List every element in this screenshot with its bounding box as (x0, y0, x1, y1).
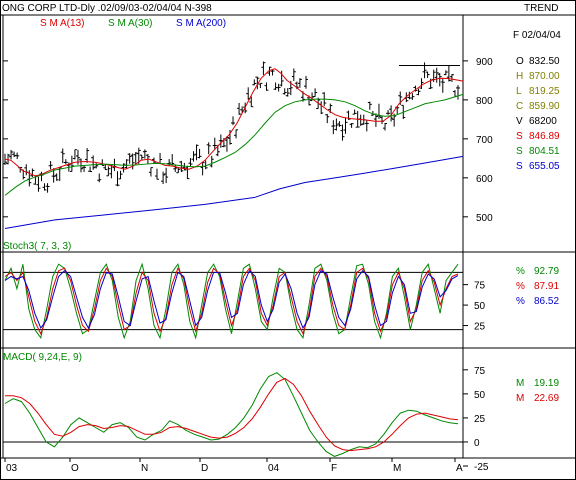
legend-sma13: S M A(13) (40, 18, 84, 29)
tick-label: 25 (474, 322, 486, 333)
date-label: O (71, 463, 79, 474)
info-key: O (516, 56, 524, 67)
price-tick-label: 600 (476, 174, 493, 185)
legend-sma30: S M A(30) (108, 18, 152, 29)
info-value: 68200 (529, 116, 557, 127)
date-label: 03 (6, 463, 18, 474)
tick-label: 75 (474, 366, 486, 377)
price-tick-label: 900 (476, 57, 493, 68)
stock-chart: ONG CORP LTD-Dly .02/09/03-02/04/04 N-39… (0, 0, 576, 480)
date-label: M (393, 463, 401, 474)
info-value: 846.89 (529, 131, 560, 142)
info-value: 870.00 (529, 71, 560, 82)
info-key: S (516, 161, 523, 172)
value-text: 87.91 (534, 281, 559, 292)
info-key: V (516, 116, 523, 127)
value-key: % (516, 266, 525, 277)
chart-title: ONG CORP LTD-Dly .02/09/03-02/04/04 N-39… (2, 3, 212, 14)
value-text: 22.69 (534, 393, 559, 404)
date-label: D (201, 463, 208, 474)
date-label: F (331, 463, 337, 474)
value-text: 86.52 (534, 296, 559, 307)
value-key: M (516, 378, 524, 389)
info-date: F 02/04/04 (513, 30, 561, 41)
tick-label: 25 (474, 414, 486, 425)
tick-label: 50 (474, 301, 486, 312)
value-text: 92.79 (534, 266, 559, 277)
info-key: C (516, 101, 523, 112)
date-label: 04 (268, 463, 280, 474)
legend-sma200: S M A(200) (176, 18, 226, 29)
tick-label: 0 (474, 438, 480, 449)
value-key: % (516, 296, 525, 307)
tick-label: -25 (474, 462, 489, 473)
trend-label: TREND (524, 3, 558, 14)
price-tick-label: 700 (476, 135, 493, 146)
info-key: H (516, 71, 523, 82)
info-key: L (516, 86, 522, 97)
info-value: 804.51 (529, 146, 560, 157)
price-tick-label: 800 (476, 96, 493, 107)
info-key: S (516, 146, 523, 157)
date-label: N (141, 463, 148, 474)
info-key: S (516, 131, 523, 142)
tick-label: 50 (474, 390, 486, 401)
date-label: A (456, 463, 463, 474)
stoch-title: Stoch3( 7, 3, 3) (3, 241, 71, 252)
info-value: 655.05 (529, 161, 560, 172)
info-value: 832.50 (529, 56, 560, 67)
tick-label: 75 (474, 281, 486, 292)
info-value: 859.90 (529, 101, 560, 112)
value-text: 19.19 (534, 378, 559, 389)
price-tick-label: 500 (476, 213, 493, 224)
chart-frame (0, 0, 576, 480)
value-key: M (516, 393, 524, 404)
info-value: 819.25 (529, 86, 560, 97)
stoch-values: % 92.79% 87.91% 86.52 (516, 266, 559, 307)
macd-title: MACD( 9,24,E, 9) (3, 352, 82, 363)
value-key: % (516, 281, 525, 292)
